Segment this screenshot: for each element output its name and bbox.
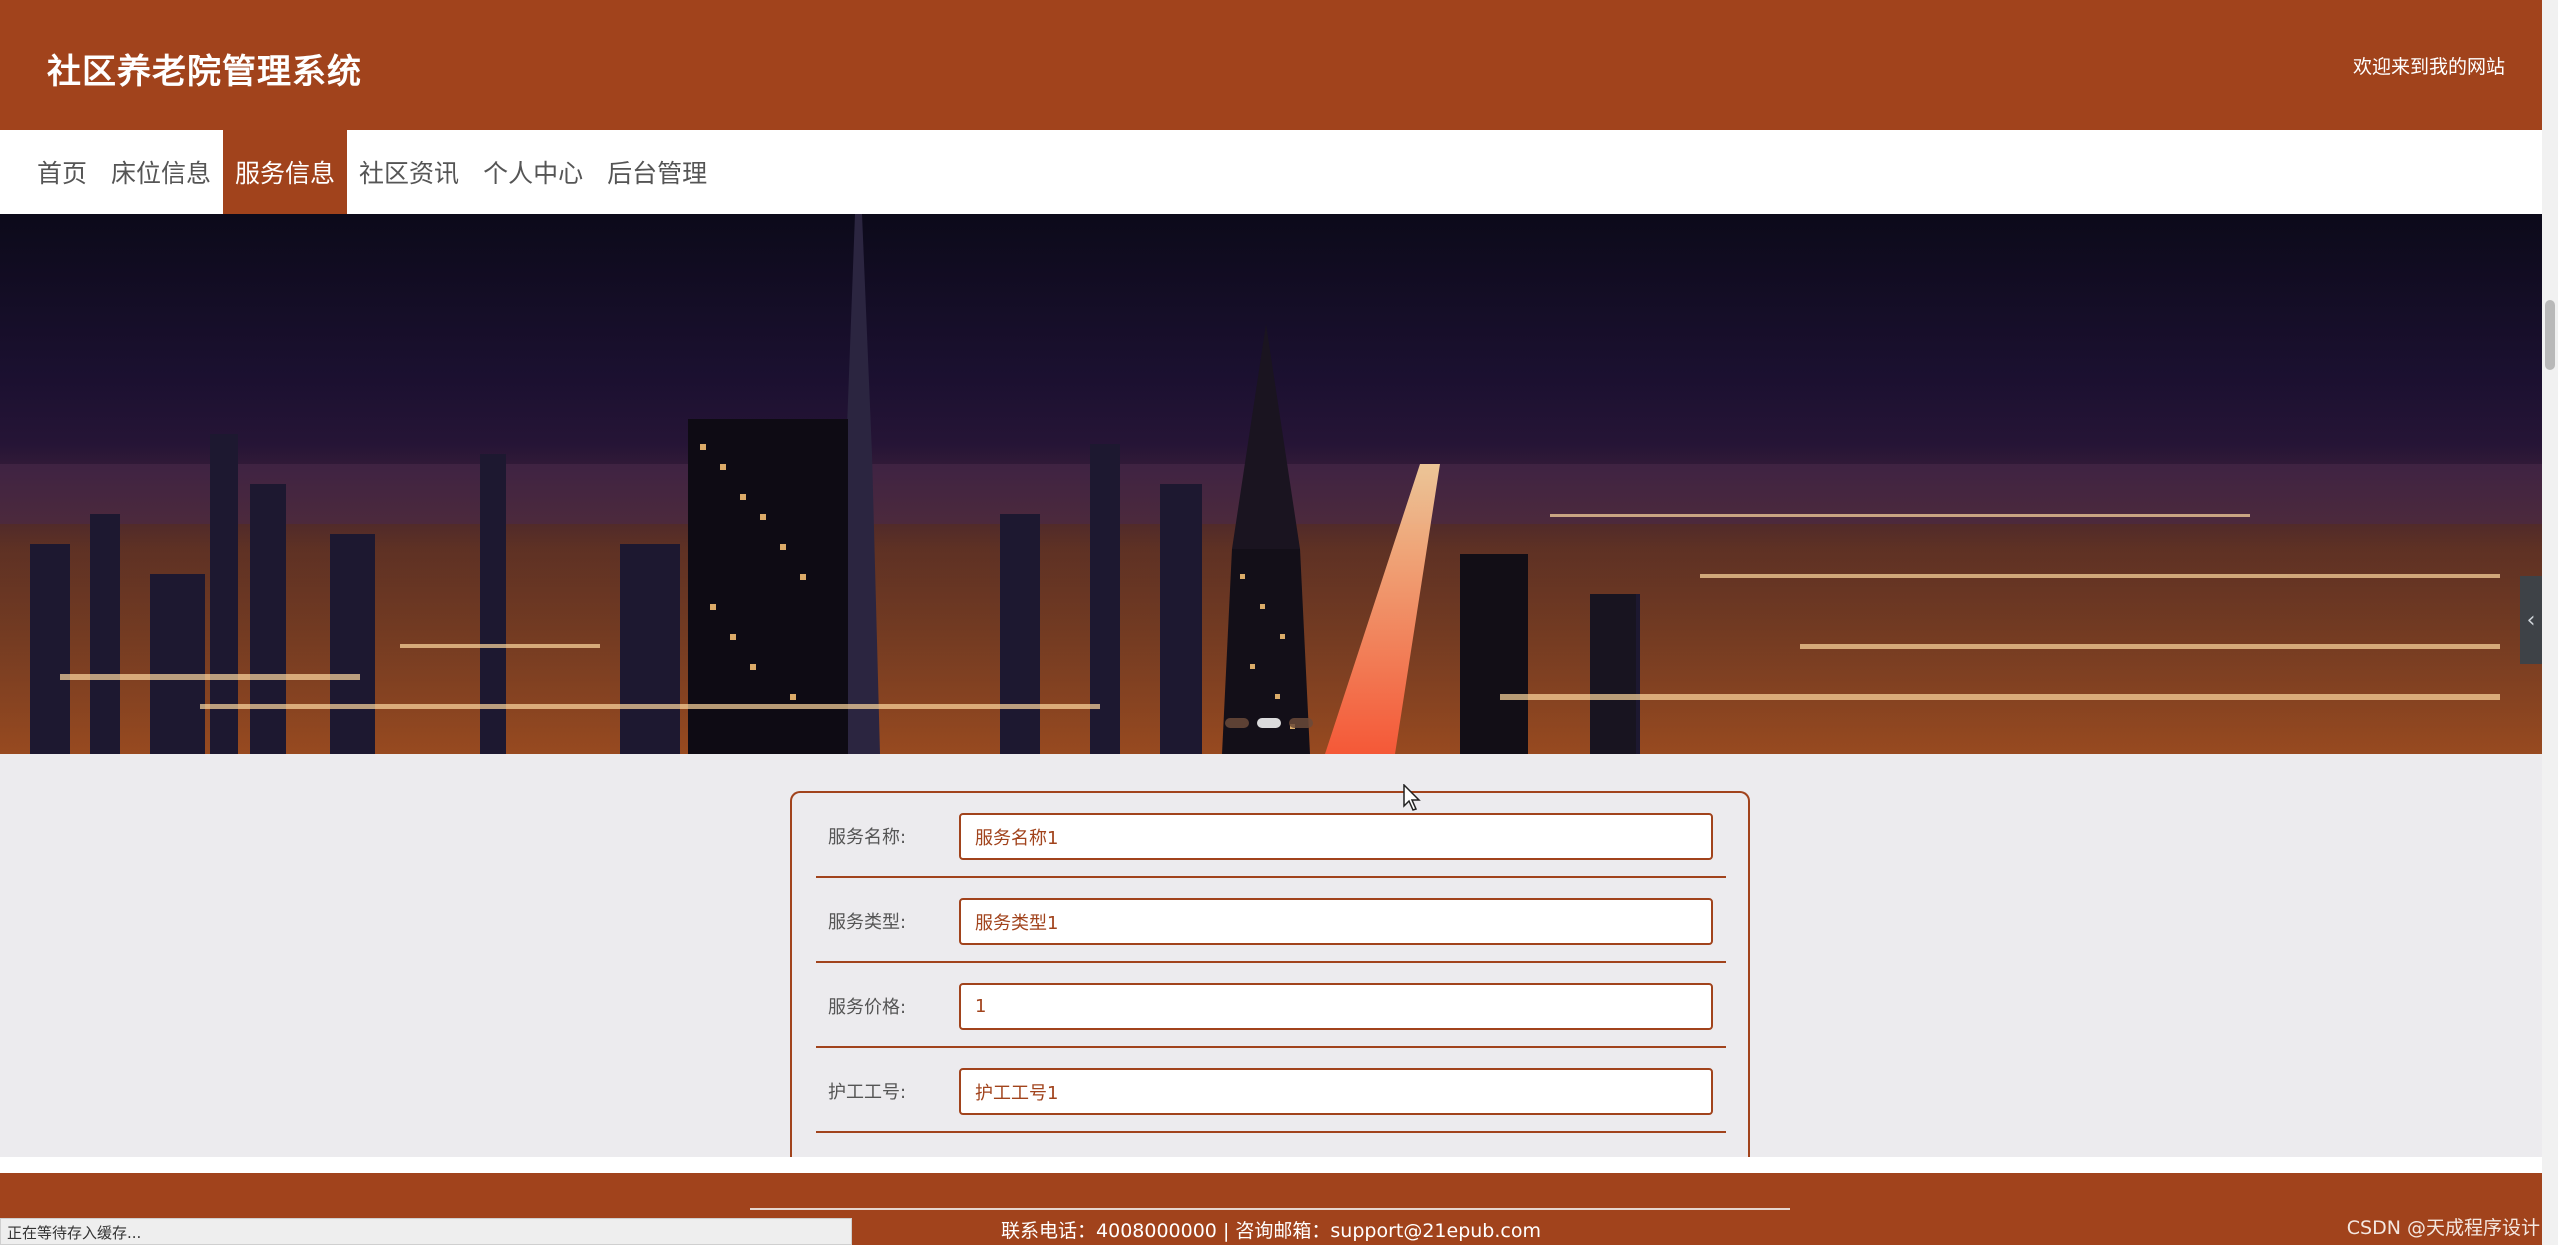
nav-item-profile[interactable]: 个人中心 <box>471 130 595 214</box>
service-price-input[interactable] <box>959 983 1713 1030</box>
site-title[interactable]: 社区养老院管理系统 <box>47 44 362 93</box>
watermark: CSDN @天成程序设计 <box>2346 1217 2540 1239</box>
form-row-service-name: 服务名称: <box>816 793 1726 878</box>
service-type-input[interactable] <box>959 898 1713 945</box>
form-row-service-price: 服务价格: <box>816 963 1726 1048</box>
welcome-text: 欢迎来到我的网站 <box>2352 56 2505 78</box>
footer-gap <box>0 1157 2542 1173</box>
carousel-dots <box>1225 718 1313 728</box>
nav-item-services[interactable]: 服务信息 <box>223 130 348 214</box>
main-nav: 首页 床位信息 服务信息 社区资讯 个人中心 后台管理 <box>0 130 2542 214</box>
site-header: 社区养老院管理系统 欢迎来到我的网站 <box>0 0 2542 130</box>
carousel-dot[interactable] <box>1225 718 1249 728</box>
nav-item-beds[interactable]: 床位信息 <box>99 130 223 214</box>
city-night-image <box>0 214 2542 754</box>
page-scrollbar[interactable] <box>2542 0 2558 1245</box>
form-row-caregiver-id: 护工工号: <box>816 1048 1726 1133</box>
caregiver-id-input[interactable] <box>959 1068 1713 1115</box>
carousel-dot-active[interactable] <box>1257 718 1281 728</box>
service-name-input[interactable] <box>959 813 1713 860</box>
form-row-service-type: 服务类型: <box>816 878 1726 963</box>
service-name-label: 服务名称: <box>828 827 907 848</box>
footer-divider <box>750 1208 1790 1210</box>
caregiver-id-label: 护工工号: <box>828 1082 907 1103</box>
nav-item-admin[interactable]: 后台管理 <box>595 130 719 214</box>
browser-status-bar: 正在等待存入缓存... <box>0 1218 852 1245</box>
mouse-pointer-icon <box>1403 784 1421 811</box>
scrollbar-thumb[interactable] <box>2545 300 2555 370</box>
chevron-left-icon[interactable]: ‹ <box>2520 576 2542 664</box>
nav-item-home[interactable]: 首页 <box>25 130 99 214</box>
carousel-banner[interactable] <box>0 214 2542 754</box>
service-price-label: 服务价格: <box>828 997 907 1018</box>
nav-item-news[interactable]: 社区资讯 <box>347 130 471 214</box>
service-type-label: 服务类型: <box>828 912 907 933</box>
carousel-dot[interactable] <box>1289 718 1313 728</box>
service-detail-form: 服务名称: 服务类型: 服务价格: 护工工号: <box>790 791 1750 1171</box>
